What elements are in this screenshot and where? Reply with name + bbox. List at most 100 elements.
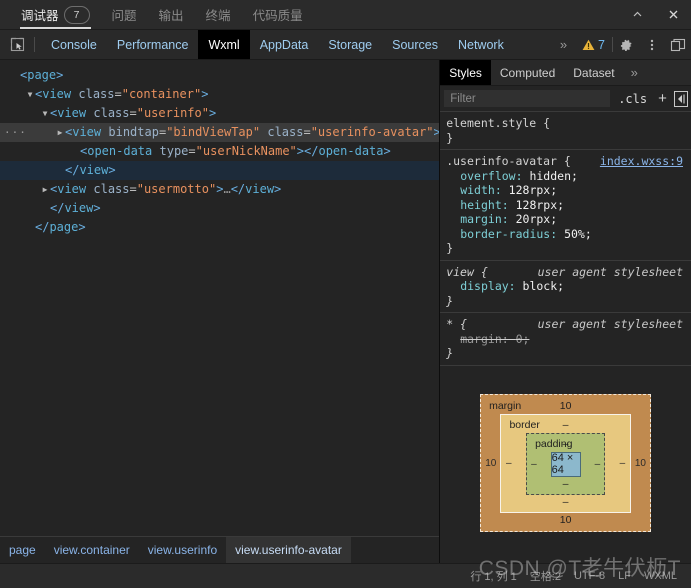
breadcrumb-item-userinfo[interactable]: view.userinfo <box>139 537 226 563</box>
styles-tab-overflow-icon[interactable]: » <box>624 60 645 85</box>
css-declaration[interactable]: overflow: hidden; <box>446 169 691 184</box>
tab-wxml[interactable]: Wxml <box>198 30 250 59</box>
tree-node[interactable]: </view> <box>0 161 440 180</box>
css-rule-selector[interactable]: element.style { <box>446 116 550 130</box>
css-property-value[interactable]: 128rpx; <box>516 198 564 212</box>
box-model-margin-right[interactable]: 10 <box>631 458 650 469</box>
tree-node[interactable]: </page> <box>0 218 439 237</box>
tab-dataset[interactable]: Dataset <box>564 60 623 85</box>
css-property-name[interactable]: height: <box>446 198 515 212</box>
css-rule[interactable]: view {user agent stylesheet display: bloc… <box>440 261 691 313</box>
css-declaration[interactable]: display: block; <box>446 279 691 294</box>
css-property-name[interactable]: margin: <box>446 332 515 346</box>
inspect-cursor-icon[interactable] <box>0 30 34 59</box>
tab-computed[interactable]: Computed <box>491 60 564 85</box>
css-property-name[interactable]: display: <box>446 279 522 293</box>
css-property-value[interactable]: block; <box>523 279 565 293</box>
status-cursor-position[interactable]: 行 1, 列 1 <box>470 568 516 584</box>
chevron-down-icon[interactable]: ▼ <box>25 85 35 104</box>
tab-console[interactable]: Console <box>41 30 107 59</box>
css-property-name[interactable]: width: <box>446 183 508 197</box>
box-model-border-top[interactable]: – <box>563 419 569 431</box>
tree-node[interactable]: <page> <box>0 66 439 85</box>
css-rule[interactable]: element.style {} <box>440 112 691 150</box>
tab-styles[interactable]: Styles <box>440 60 491 85</box>
css-property-name[interactable]: overflow: <box>446 169 529 183</box>
css-rule-selector[interactable]: * { <box>446 317 467 331</box>
css-property-value[interactable]: 128rpx; <box>509 183 557 197</box>
chevron-down-icon[interactable]: ▼ <box>40 104 50 123</box>
css-property-value[interactable]: 50%; <box>564 227 592 241</box>
css-property-value[interactable]: 20rpx; <box>516 212 558 226</box>
tab-overflow-icon[interactable]: » <box>552 30 575 59</box>
css-rule-selector[interactable]: .userinfo-avatar { <box>446 154 571 168</box>
status-encoding[interactable]: UTF-8 <box>574 570 605 582</box>
status-eol[interactable]: LF <box>618 570 631 582</box>
box-model-margin-bottom[interactable]: 10 <box>560 514 572 526</box>
styles-filter-input[interactable] <box>444 90 611 107</box>
breadcrumb-item-container[interactable]: view.container <box>45 537 139 563</box>
close-icon[interactable] <box>655 0 691 29</box>
status-indentation[interactable]: 空格:2 <box>530 568 561 584</box>
tree-node[interactable]: ··· ▶ <view bindtap="bindViewTap" class="u… <box>0 123 440 142</box>
box-model-padding[interactable]: padding – – 64 × 64 – – <box>526 432 606 495</box>
css-rule-selector[interactable]: view { <box>446 265 488 279</box>
window-tab-terminal[interactable]: 终端 <box>195 0 242 29</box>
box-model-margin-left[interactable]: 10 <box>481 458 500 469</box>
chevron-right-icon[interactable]: ▶ <box>55 123 65 142</box>
new-style-rule-button[interactable]: + <box>655 91 670 106</box>
tree-node[interactable]: </view> <box>0 199 439 218</box>
tab-appdata[interactable]: AppData <box>250 30 319 59</box>
sidebar-toggle-icon[interactable] <box>673 90 688 107</box>
tree-node[interactable]: ▶ <view class="usermotto">…</view> <box>0 180 439 199</box>
tree-node[interactable]: <open-data type="userNickName"></open-da… <box>0 142 439 161</box>
css-property-value[interactable]: hidden; <box>529 169 577 183</box>
wxml-tree[interactable]: <page> ▼ <view class="container"> ▼ <view cl… <box>0 60 440 536</box>
box-model-padding-right[interactable]: – <box>591 459 605 470</box>
window-tab-problems[interactable]: 问题 <box>101 0 148 29</box>
tab-network[interactable]: Network <box>448 30 514 59</box>
css-property-name[interactable]: margin: <box>446 212 515 226</box>
dock-panel-icon[interactable] <box>665 30 691 59</box>
tab-sources[interactable]: Sources <box>382 30 448 59</box>
css-rule[interactable]: .userinfo-avatar { index.wxss:9 overflow: … <box>440 150 691 261</box>
css-rules-list[interactable]: element.style {} .userinfo-avatar { index.… <box>440 112 691 366</box>
window-tab-label: 终端 <box>205 9 231 23</box>
window-tab-debugger[interactable]: 调试器 7 <box>10 0 101 29</box>
cls-button[interactable]: .cls <box>614 92 651 106</box>
warning-indicator[interactable]: 7 <box>575 30 612 59</box>
css-declaration[interactable]: margin: 0; <box>446 332 691 347</box>
tab-performance[interactable]: Performance <box>107 30 199 59</box>
box-model-border-bottom[interactable]: – <box>563 496 569 508</box>
status-language-mode[interactable]: WXML <box>644 570 677 582</box>
css-property-name[interactable]: border-radius: <box>446 227 564 241</box>
box-model-border-right[interactable]: – <box>615 458 630 469</box>
box-model-margin-top[interactable]: 10 <box>560 400 572 412</box>
window-tab-code-quality[interactable]: 代码质量 <box>242 0 314 29</box>
tree-node[interactable]: ▼ <view class="container"> <box>0 85 439 104</box>
box-model-padding-left[interactable]: – <box>527 459 541 470</box>
css-declaration[interactable]: height: 128rpx; <box>446 198 691 213</box>
css-declaration[interactable]: border-radius: 50%; <box>446 227 691 242</box>
chevron-right-icon[interactable]: ▶ <box>40 180 50 199</box>
box-model-padding-bottom[interactable]: – <box>563 478 569 490</box>
more-vertical-icon[interactable] <box>639 30 665 59</box>
breadcrumb-item-page[interactable]: page <box>0 537 45 563</box>
breadcrumb-item-userinfo-avatar[interactable]: view.userinfo-avatar <box>226 537 351 563</box>
window-tab-output[interactable]: 输出 <box>148 0 195 29</box>
tab-storage[interactable]: Storage <box>318 30 382 59</box>
gear-icon[interactable] <box>613 30 639 59</box>
css-rule-source-link[interactable]: index.wxss:9 <box>600 154 683 169</box>
css-property-value[interactable]: 0; <box>516 332 530 346</box>
collapse-icon[interactable] <box>619 0 655 29</box>
css-declaration[interactable]: width: 128rpx; <box>446 183 691 198</box>
box-model-content-size[interactable]: 64 × 64 <box>550 451 581 477</box>
css-rule[interactable]: * {user agent stylesheet margin: 0;} <box>440 313 691 366</box>
box-model-border-left[interactable]: – <box>501 458 516 469</box>
wxml-tree-pane: <page> ▼ <view class="container"> ▼ <view cl… <box>0 60 441 563</box>
tree-node[interactable]: ▼ <view class="userinfo"> <box>0 104 439 123</box>
box-model-border[interactable]: border – – padding – – 64 × 64 – – – – <box>500 413 631 513</box>
box-model-margin[interactable]: margin 10 10 border – – padding – – 64 ×… <box>480 393 652 532</box>
tree-node-more-icon[interactable]: ··· <box>4 123 27 142</box>
css-declaration[interactable]: margin: 20rpx; <box>446 212 691 227</box>
